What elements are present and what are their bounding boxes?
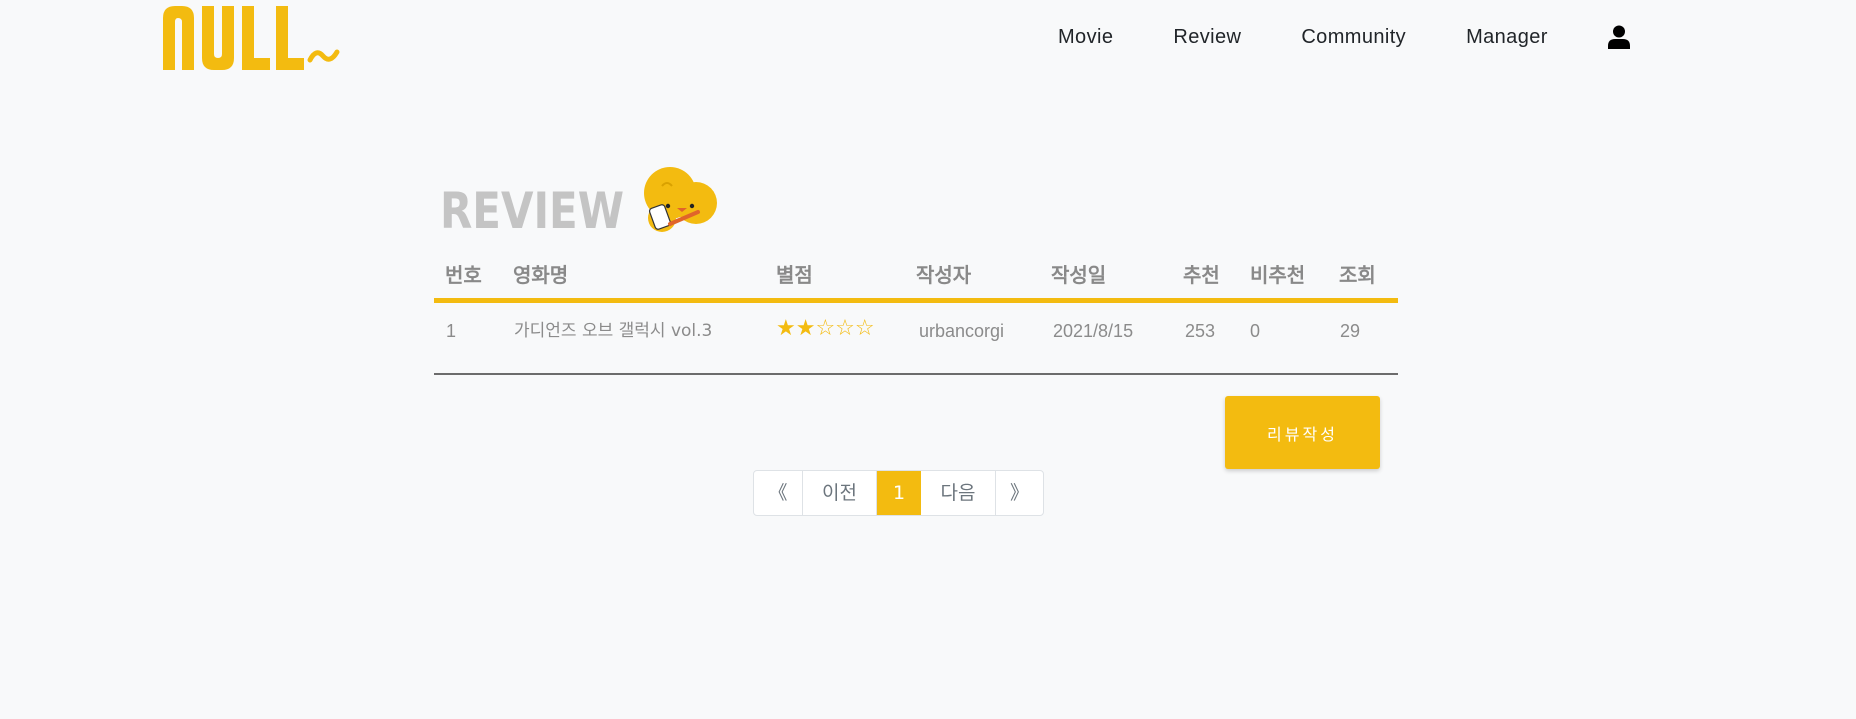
col-views: 조회 [1339,263,1376,287]
col-movie: 영화명 [513,263,569,287]
svg-text:REVIEW: REVIEW [440,182,624,238]
nav-review[interactable]: Review [1173,22,1241,52]
current-page-button[interactable]: 1 [877,471,921,515]
table-header: 번호 영화명 별점 작성자 작성일 추천 비추천 조회 [434,258,1398,303]
first-page-button[interactable]: 《 [754,471,803,515]
review-title-heading: REVIEW [440,167,717,238]
cell-date: 2021/8/15 [1053,321,1134,341]
cell-no: 1 [446,321,457,341]
null-logo[interactable] [160,0,370,76]
chick-writing-icon [644,167,717,232]
cell-dislikes: 0 [1250,321,1261,341]
write-review-button[interactable]: 리뷰작성 [1225,396,1380,469]
user-icon[interactable] [1607,25,1630,49]
col-author: 작성자 [916,263,972,287]
col-dislikes: 비추천 [1250,263,1306,287]
next-page-button[interactable]: 다음 [921,471,996,515]
table-row[interactable]: 1 가디언즈 오브 갤럭시 vol.3 ★★☆☆☆ urbancorgi 202… [434,303,1398,375]
col-rating: 별점 [776,263,813,287]
col-date: 작성일 [1051,263,1107,287]
cell-movie-link[interactable]: 가디언즈 오브 갤럭시 vol.3 [514,317,712,345]
nav-movie[interactable]: Movie [1058,22,1113,52]
star-rating: ★★☆☆☆ [776,316,875,341]
last-page-button[interactable]: 》 [996,471,1043,515]
cell-views: 29 [1340,321,1361,341]
main-nav: Movie Review Community Manager [1040,22,1630,52]
nav-community[interactable]: Community [1301,22,1406,52]
pagination: 《 이전 1 다음 》 [753,470,1044,516]
col-no: 번호 [445,263,482,287]
cell-author: urbancorgi [919,321,1005,341]
nav-manager[interactable]: Manager [1466,22,1548,52]
cell-likes: 253 [1185,321,1216,341]
review-table: 번호 영화명 별점 작성자 작성일 추천 비추천 조회 1 가디언즈 오브 갤럭… [434,258,1398,375]
col-likes: 추천 [1183,263,1220,287]
prev-page-button[interactable]: 이전 [803,471,877,515]
